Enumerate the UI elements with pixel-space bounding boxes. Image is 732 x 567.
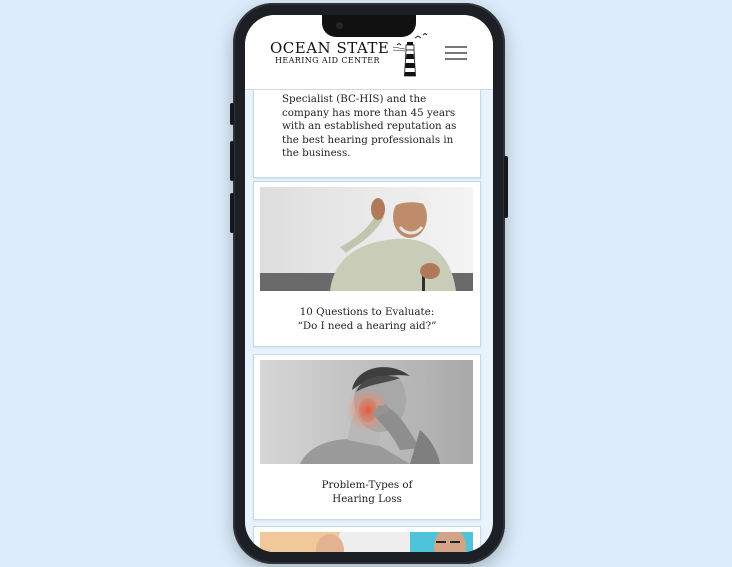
article-title-line: “Do I need a hearing aid?” <box>297 320 437 332</box>
volume-up-button <box>230 141 234 181</box>
article-title-line: Problem-Types of <box>321 479 413 491</box>
article-title[interactable]: Problem-Types of Hearing Loss <box>254 478 480 506</box>
article-image[interactable] <box>260 532 473 552</box>
article-title[interactable]: 10 Questions to Evaluate: “Do I need a h… <box>254 305 480 333</box>
article-image[interactable] <box>260 187 473 291</box>
menu-bar <box>445 52 467 54</box>
mute-switch <box>230 103 234 125</box>
logo-subtitle: HEARING AID CENTER <box>275 56 380 65</box>
menu-button[interactable] <box>443 44 471 64</box>
volume-down-button <box>230 193 234 233</box>
menu-bar <box>445 46 467 48</box>
notch <box>322 15 416 37</box>
camera-icon <box>336 22 343 29</box>
audiologist-photo <box>260 532 473 552</box>
intro-card: Specialist (BC-HIS) and the company has … <box>253 75 481 178</box>
page-content: Specialist (BC-HIS) and the company has … <box>245 15 493 552</box>
elderly-man-photo <box>260 187 473 291</box>
lighthouse-icon <box>393 33 428 77</box>
article-title-line: 10 Questions to Evaluate: <box>299 306 435 318</box>
article-title-line: Hearing Loss <box>332 493 402 505</box>
article-card[interactable]: Problem-Types of Hearing Loss <box>253 354 481 520</box>
article-card[interactable] <box>253 526 481 552</box>
phone-screen: OCEAN STATE HEARING AID CENTER Specialis… <box>245 15 493 552</box>
logo-name: OCEAN STATE <box>270 39 390 57</box>
menu-bar <box>445 58 467 60</box>
power-button <box>504 156 508 218</box>
ear-pain-photo <box>260 360 473 464</box>
article-image[interactable] <box>260 360 473 464</box>
article-card[interactable]: 10 Questions to Evaluate: “Do I need a h… <box>253 181 481 347</box>
phone-frame: OCEAN STATE HEARING AID CENTER Specialis… <box>230 3 508 564</box>
intro-text: Specialist (BC-HIS) and the company has … <box>282 93 457 159</box>
